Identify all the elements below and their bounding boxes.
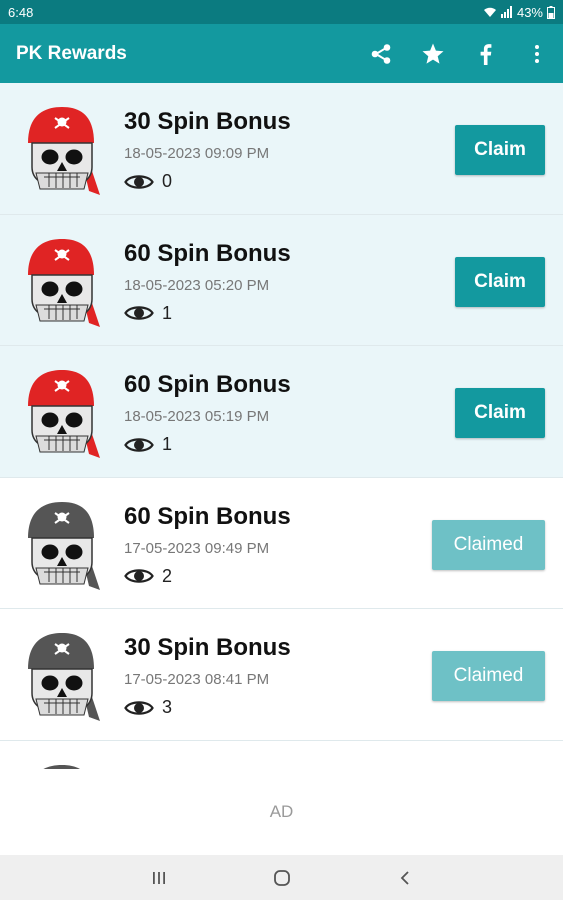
reward-date: 18-05-2023 05:19 PM xyxy=(124,408,270,425)
eye-icon xyxy=(124,172,154,192)
more-vert-icon xyxy=(534,44,540,64)
eye-icon xyxy=(124,303,154,323)
pirate-skull-icon xyxy=(22,362,108,462)
pirate-skull-icon xyxy=(22,625,108,725)
pirate-skull-icon xyxy=(22,757,108,769)
system-nav-bar xyxy=(0,855,563,900)
rewards-list[interactable]: 30 Spin Bonus 18-05-2023 09:09 PM 0 Clai… xyxy=(0,83,563,769)
facebook-icon xyxy=(478,43,492,65)
claimed-button[interactable]: Claimed xyxy=(432,519,545,570)
eye-icon xyxy=(124,566,154,586)
eye-icon xyxy=(124,698,154,718)
views-count: 1 xyxy=(162,302,173,323)
status-time: 6:48 xyxy=(8,4,34,20)
reward-row[interactable]: 60 Spin Bonus 18-05-2023 05:20 PM 1 Clai… xyxy=(0,214,563,346)
views-count: 0 xyxy=(162,171,173,191)
app-title: PK Rewards xyxy=(16,42,127,64)
reward-views: 1 xyxy=(124,303,172,324)
recent-apps-button[interactable] xyxy=(97,855,220,900)
reward-views: 1 xyxy=(124,434,172,455)
reward-title: 30 Spin Bonus xyxy=(124,108,291,135)
app-actions xyxy=(355,24,563,83)
reward-views: 2 xyxy=(124,566,172,587)
views-count: 2 xyxy=(162,565,173,586)
back-button[interactable] xyxy=(343,855,466,900)
reward-title: 60 Spin Bonus xyxy=(124,371,291,398)
reward-title: 60 Spin Bonus xyxy=(124,239,291,267)
reward-date: 17-05-2023 09:49 PM xyxy=(124,539,270,557)
star-icon xyxy=(421,42,445,66)
reward-row[interactable]: 60 Spin Bonus 18-05-2023 05:19 PM 1 Clai… xyxy=(0,346,563,478)
ad-banner[interactable]: AD xyxy=(0,769,563,855)
reward-date: 17-05-2023 08:41 PM xyxy=(124,671,270,688)
battery-percent: 43% xyxy=(516,4,543,20)
pirate-skull-icon xyxy=(22,99,108,199)
home-icon xyxy=(273,869,291,887)
reward-date: 18-05-2023 09:09 PM xyxy=(124,145,270,162)
signal-icon xyxy=(500,6,513,18)
reward-views: 0 xyxy=(124,171,172,192)
pirate-skull-icon xyxy=(22,494,108,594)
overflow-menu-button[interactable] xyxy=(511,24,563,83)
reward-title: 30 Spin Bonus xyxy=(124,634,291,661)
recent-apps-icon xyxy=(151,871,167,885)
reward-row[interactable]: 30 Spin Bonus 17-05-2023 08:41 PM 3 Clai… xyxy=(0,609,563,741)
eye-icon xyxy=(124,435,154,455)
rate-button[interactable] xyxy=(407,24,459,83)
reward-row[interactable]: 30 Spin Bonus 18-05-2023 09:09 PM 0 Clai… xyxy=(0,83,563,215)
home-button[interactable] xyxy=(220,855,343,900)
reward-row-partial[interactable] xyxy=(0,740,563,769)
claim-button[interactable]: Claim xyxy=(455,388,545,438)
status-bar: 6:48 43% xyxy=(0,0,563,24)
share-icon xyxy=(370,43,392,65)
ad-label: AD xyxy=(269,802,294,821)
reward-title: 60 Spin Bonus xyxy=(124,502,291,530)
reward-views: 3 xyxy=(124,697,172,718)
claim-button[interactable]: Claim xyxy=(455,256,545,307)
claim-button[interactable]: Claim xyxy=(455,125,545,175)
wifi-icon xyxy=(483,6,497,18)
views-count: 1 xyxy=(162,434,173,454)
back-icon xyxy=(399,870,411,886)
app-bar: PK Rewards xyxy=(0,24,563,83)
claimed-button[interactable]: Claimed xyxy=(432,651,545,701)
reward-date: 18-05-2023 05:20 PM xyxy=(124,276,270,294)
reward-row[interactable]: 60 Spin Bonus 17-05-2023 09:49 PM 2 Clai… xyxy=(0,477,563,609)
pirate-skull-icon xyxy=(22,231,108,331)
share-button[interactable] xyxy=(355,24,407,83)
views-count: 3 xyxy=(162,697,173,717)
battery-icon xyxy=(547,5,555,19)
status-icons: 43% xyxy=(483,5,555,20)
facebook-button[interactable] xyxy=(459,24,511,83)
